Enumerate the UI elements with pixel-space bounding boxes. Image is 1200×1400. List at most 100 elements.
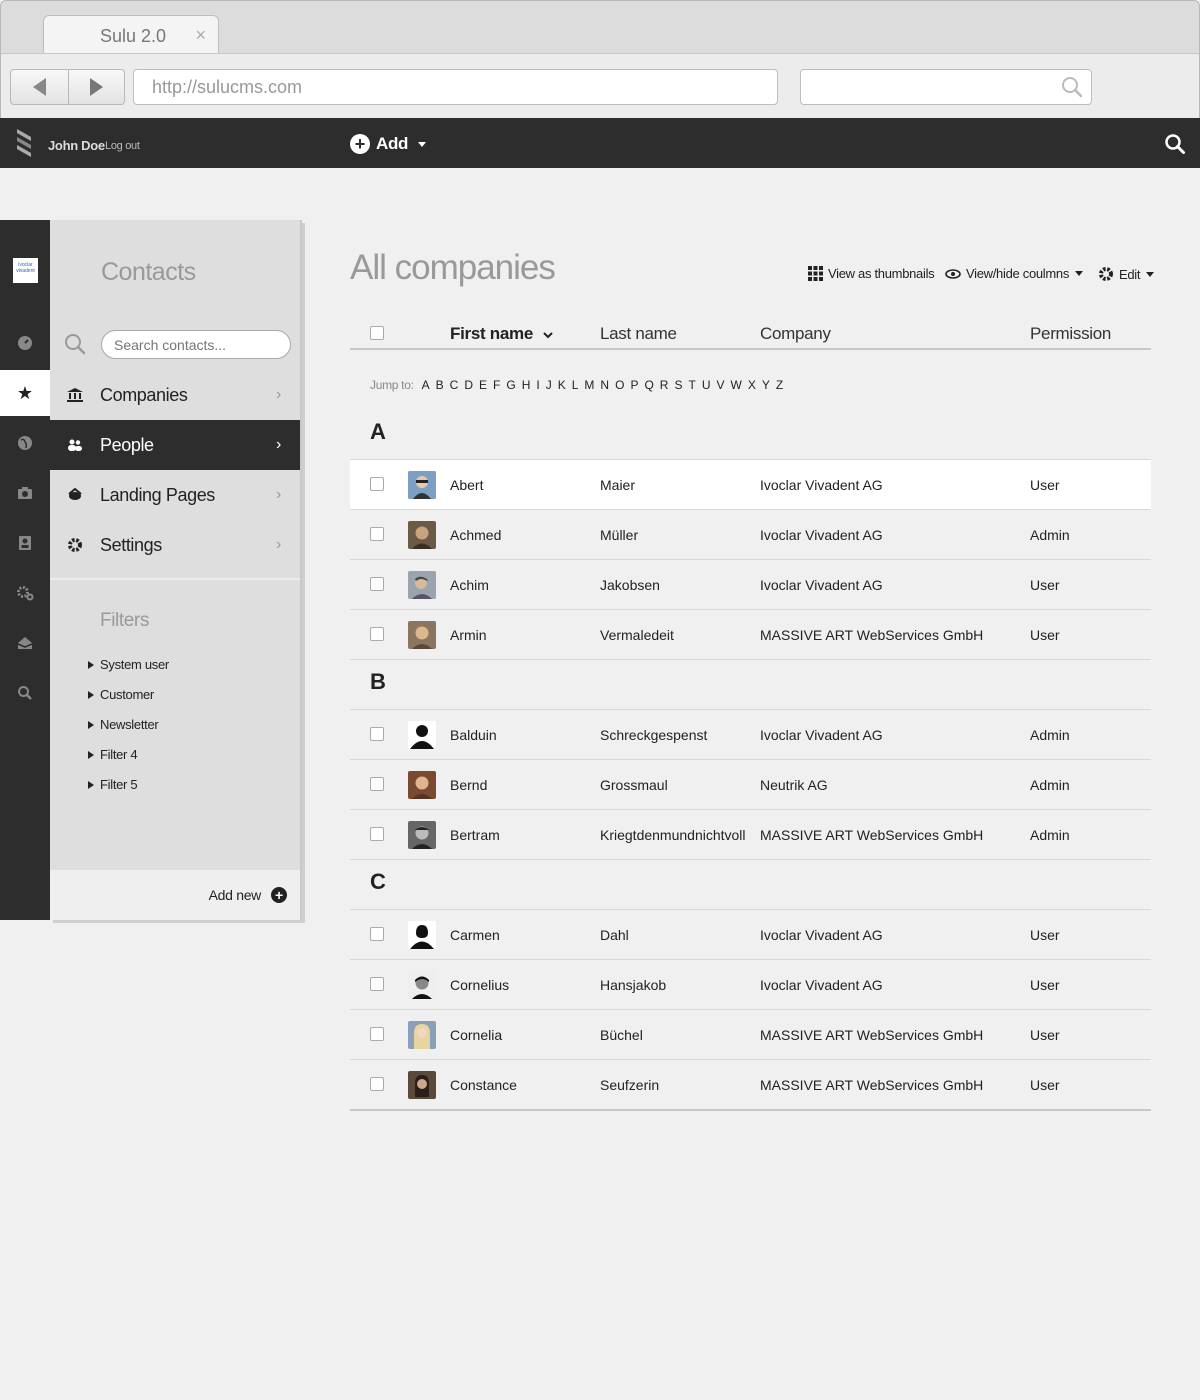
select-all-checkbox[interactable] bbox=[370, 326, 384, 340]
inbox-icon[interactable] bbox=[0, 620, 50, 666]
table-row[interactable]: Abert Maier Ivoclar Vivadent AG User bbox=[350, 460, 1151, 510]
row-checkbox[interactable] bbox=[370, 727, 384, 741]
row-checkbox[interactable] bbox=[370, 577, 384, 591]
app-search-icon[interactable] bbox=[1164, 133, 1186, 155]
jump-letter[interactable]: W bbox=[731, 378, 742, 392]
edit-label: Edit bbox=[1119, 266, 1141, 282]
bank-icon bbox=[50, 388, 100, 402]
star-icon[interactable]: ★ bbox=[0, 370, 50, 416]
avatar bbox=[408, 1021, 436, 1049]
sulu-logo-icon[interactable] bbox=[13, 127, 37, 157]
table-row[interactable]: Constance Seufzerin MASSIVE ART WebServi… bbox=[350, 1060, 1151, 1110]
browser-tab[interactable]: Sulu 2.0 × bbox=[43, 15, 219, 55]
view-thumbnails-button[interactable]: View as thumbnails bbox=[808, 266, 935, 281]
jump-letter[interactable]: P bbox=[630, 378, 638, 392]
jump-letter[interactable]: J bbox=[546, 378, 552, 392]
jump-letter[interactable]: E bbox=[479, 378, 487, 392]
filter-item[interactable]: Filter 4 bbox=[88, 747, 138, 762]
table-row[interactable]: Achim Jakobsen Ivoclar Vivadent AG User bbox=[350, 560, 1151, 610]
contacts-icon[interactable] bbox=[0, 520, 50, 566]
table-row[interactable]: Balduin Schreckgespenst Ivoclar Vivadent… bbox=[350, 710, 1151, 760]
column-permission[interactable]: Permission bbox=[1030, 324, 1111, 344]
jump-letter[interactable]: H bbox=[522, 378, 531, 392]
jump-letter[interactable]: B bbox=[436, 378, 444, 392]
sidebar-item-companies[interactable]: Companies › bbox=[50, 370, 300, 420]
jump-letter[interactable]: V bbox=[717, 378, 725, 392]
table-row[interactable]: Cornelia Büchel MASSIVE ART WebServices … bbox=[350, 1010, 1151, 1060]
jump-letter[interactable]: M bbox=[584, 378, 594, 392]
row-checkbox[interactable] bbox=[370, 627, 384, 641]
search-icon[interactable] bbox=[0, 670, 50, 716]
jump-letter[interactable]: T bbox=[688, 378, 695, 392]
column-company[interactable]: Company bbox=[760, 324, 831, 344]
cell-company: Ivoclar Vivadent AG bbox=[760, 727, 883, 743]
view-hide-columns-button[interactable]: View/hide coulmns bbox=[945, 266, 1084, 281]
jump-letter[interactable]: X bbox=[748, 378, 756, 392]
jump-letter[interactable]: A bbox=[422, 378, 430, 392]
filter-item[interactable]: System user bbox=[88, 657, 169, 672]
column-last-name[interactable]: Last name bbox=[600, 324, 677, 344]
jump-letter[interactable]: R bbox=[660, 378, 669, 392]
camera-icon[interactable] bbox=[0, 470, 50, 516]
brand-logo[interactable]: ivoclar vivadent bbox=[13, 258, 38, 283]
jump-letter[interactable]: Q bbox=[644, 378, 653, 392]
settings-icon[interactable] bbox=[0, 570, 50, 616]
back-button[interactable] bbox=[11, 70, 68, 104]
column-first-name[interactable]: First name bbox=[450, 324, 554, 344]
avatar bbox=[408, 571, 436, 599]
globe-icon[interactable] bbox=[0, 420, 50, 466]
table-row[interactable]: Armin Vermaledeit MASSIVE ART WebService… bbox=[350, 610, 1151, 660]
cell-permission: Admin bbox=[1030, 527, 1070, 543]
jump-letter[interactable]: K bbox=[558, 378, 566, 392]
row-checkbox[interactable] bbox=[370, 927, 384, 941]
sidebar-item-settings[interactable]: Settings › bbox=[50, 520, 300, 570]
row-checkbox[interactable] bbox=[370, 527, 384, 541]
add-button[interactable]: + Add bbox=[350, 134, 427, 154]
tab-close-icon[interactable]: × bbox=[195, 25, 206, 46]
grid-icon bbox=[808, 266, 823, 281]
avatar bbox=[408, 621, 436, 649]
jump-letter[interactable]: S bbox=[674, 378, 682, 392]
cell-permission: Admin bbox=[1030, 827, 1070, 843]
add-new-button[interactable]: Add new + bbox=[209, 887, 287, 903]
jump-letter[interactable]: I bbox=[536, 378, 539, 392]
filter-item[interactable]: Customer bbox=[88, 687, 154, 702]
jump-letter[interactable]: L bbox=[572, 378, 579, 392]
edit-button[interactable]: Edit bbox=[1098, 266, 1155, 282]
table-row[interactable]: Cornelius Hansjakob Ivoclar Vivadent AG … bbox=[350, 960, 1151, 1010]
sidebar-item-people[interactable]: People › bbox=[50, 420, 300, 470]
sidebar-item-landing-pages[interactable]: Landing Pages › bbox=[50, 470, 300, 520]
jump-letter[interactable]: Y bbox=[762, 378, 770, 392]
forward-arrow-icon bbox=[89, 78, 103, 96]
jump-letter[interactable]: N bbox=[600, 378, 609, 392]
search-contacts-input[interactable] bbox=[101, 330, 291, 359]
table-row[interactable]: Carmen Dahl Ivoclar Vivadent AG User bbox=[350, 910, 1151, 960]
table-row[interactable]: Achmed Müller Ivoclar Vivadent AG Admin bbox=[350, 510, 1151, 560]
jump-letter[interactable]: O bbox=[615, 378, 624, 392]
jump-letter[interactable]: D bbox=[464, 378, 473, 392]
row-checkbox[interactable] bbox=[370, 777, 384, 791]
jump-letter[interactable]: F bbox=[493, 378, 500, 392]
row-checkbox[interactable] bbox=[370, 477, 384, 491]
row-checkbox[interactable] bbox=[370, 1027, 384, 1041]
browser-search-field[interactable] bbox=[800, 69, 1092, 105]
jump-letter[interactable]: Z bbox=[776, 378, 783, 392]
user-name[interactable]: John Doe bbox=[48, 138, 105, 153]
table-row[interactable]: Bertram Kriegtdenmundnichtvoll MASSIVE A… bbox=[350, 810, 1151, 860]
filter-item[interactable]: Newsletter bbox=[88, 717, 159, 732]
row-checkbox[interactable] bbox=[370, 977, 384, 991]
table-row[interactable]: Bernd Grossmaul Neutrik AG Admin bbox=[350, 760, 1151, 810]
address-bar[interactable]: http://sulucms.com bbox=[133, 69, 778, 105]
jump-letter[interactable]: U bbox=[702, 378, 711, 392]
jump-letter[interactable]: C bbox=[450, 378, 459, 392]
cell-first-name: Cornelius bbox=[450, 977, 510, 993]
row-checkbox[interactable] bbox=[370, 827, 384, 841]
dashboard-icon[interactable] bbox=[0, 320, 50, 366]
forward-button[interactable] bbox=[67, 70, 125, 104]
group-header: B bbox=[350, 660, 1151, 710]
row-checkbox[interactable] bbox=[370, 1077, 384, 1091]
jump-letter[interactable]: G bbox=[506, 378, 515, 392]
filter-item[interactable]: Filter 5 bbox=[88, 777, 138, 792]
triangle-right-icon bbox=[88, 750, 94, 759]
logout-link[interactable]: Log out bbox=[105, 140, 140, 152]
